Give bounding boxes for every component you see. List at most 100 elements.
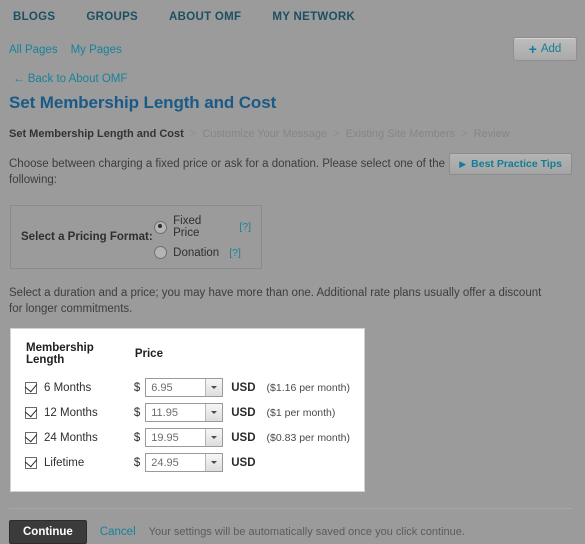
nav-item-blogs[interactable]: BLOGS xyxy=(13,11,55,23)
main-content: ← Back to About OMF Set Membership Lengt… xyxy=(0,73,585,492)
length-cell-12-months: 12 Months xyxy=(25,400,134,425)
top-navigation: BLOGS GROUPS ABOUT OMF MY NETWORK xyxy=(0,0,585,34)
membership-length-label: 6 Months xyxy=(44,381,92,394)
step-separator: > xyxy=(189,128,197,140)
price-cell-lifetime: $ USD xyxy=(134,450,350,475)
pricing-format-options: Fixed Price [?] Donation [?] xyxy=(154,215,251,259)
table-row: Lifetime $ USD xyxy=(25,450,350,475)
price-stepper-24-months[interactable] xyxy=(145,428,224,447)
checkbox-12-months-icon[interactable] xyxy=(25,406,37,419)
length-cell-6-months: 6 Months xyxy=(25,375,134,400)
radio-option-fixed-price[interactable]: Fixed Price [?] xyxy=(154,215,251,239)
radio-fixed-price-label: Fixed Price xyxy=(173,215,202,239)
checkbox-6-months-icon[interactable] xyxy=(25,381,37,394)
price-cell-24-months: $ USD ($0.83 per month) xyxy=(134,425,350,450)
membership-length-option-lifetime[interactable]: Lifetime xyxy=(25,456,134,469)
subnav-link-all-pages[interactable]: All Pages xyxy=(9,44,58,56)
membership-length-label: 12 Months xyxy=(44,406,98,419)
checkbox-24-months-icon[interactable] xyxy=(25,431,37,444)
add-button[interactable]: + Add xyxy=(513,37,577,61)
price-input-6-months[interactable] xyxy=(146,379,206,396)
membership-length-label: Lifetime xyxy=(44,456,85,469)
duration-note: Select a duration and a price; you may h… xyxy=(9,287,542,315)
back-to-about-omf-link[interactable]: ← Back to About OMF xyxy=(13,73,572,85)
step-customize-your-message: Customize Your Message xyxy=(202,128,328,140)
membership-length-label: 24 Months xyxy=(44,431,98,444)
radio-donation-icon[interactable] xyxy=(154,246,168,259)
price-cell-inner: $ USD ($0.83 per month) xyxy=(134,428,350,447)
price-input-12-months[interactable] xyxy=(146,404,206,421)
price-cell-6-months: $ USD ($1.16 per month) xyxy=(134,375,350,400)
footer-actions: Continue Cancel Your settings will be au… xyxy=(0,509,585,544)
chevron-down-icon[interactable] xyxy=(205,454,223,471)
column-header-membership-length: Membership Length xyxy=(26,342,94,366)
currency-code-lifetime: USD xyxy=(231,456,256,469)
chevron-down-icon[interactable] xyxy=(205,404,223,421)
length-cell-lifetime: Lifetime xyxy=(25,450,134,475)
price-stepper-lifetime[interactable] xyxy=(145,453,224,472)
price-cell-inner: $ USD ($1 per month) xyxy=(134,403,350,422)
currency-code-6-months: USD xyxy=(231,381,256,394)
currency-symbol: $ xyxy=(133,406,141,419)
table-row: 24 Months $ USD ($0.83 per month) xyxy=(25,425,350,450)
continue-button[interactable]: Continue xyxy=(9,520,87,544)
step-existing-site-members: Existing Site Members xyxy=(345,128,456,140)
footer-note: Your settings will be automatically save… xyxy=(148,526,465,538)
best-practice-tips-label: Best Practice Tips xyxy=(471,158,562,170)
subnav-link-my-pages[interactable]: My Pages xyxy=(71,44,122,56)
price-cell-12-months: $ USD ($1 per month) xyxy=(134,400,350,425)
radio-option-donation[interactable]: Donation [?] xyxy=(154,246,251,259)
price-cell-inner: $ USD ($1.16 per month) xyxy=(134,378,350,397)
table-row: 12 Months $ USD ($1 per month) xyxy=(25,400,350,425)
currency-code-24-months: USD xyxy=(231,431,256,444)
help-link-fixed-price[interactable]: [?] xyxy=(239,221,251,233)
price-input-lifetime[interactable] xyxy=(146,454,206,471)
intro-row: Choose between charging a fixed price or… xyxy=(9,153,572,188)
breadcrumb-steps: Set Membership Length and Cost > Customi… xyxy=(9,128,572,140)
currency-symbol: $ xyxy=(133,431,141,444)
nav-item-about-omf[interactable]: ABOUT OMF xyxy=(169,11,241,23)
pricing-format-box: Select a Pricing Format: Fixed Price [?]… xyxy=(10,205,262,269)
price-table-body: 6 Months $ USD ($1.16 per month) xyxy=(25,375,350,475)
best-practice-tips-button[interactable]: ▶ Best Practice Tips xyxy=(449,153,572,175)
membership-length-option-12-months[interactable]: 12 Months xyxy=(25,406,134,419)
step-separator: > xyxy=(333,128,340,140)
table-row: 6 Months $ USD ($1.16 per month) xyxy=(25,375,350,400)
step-separator: > xyxy=(461,128,468,140)
chevron-down-icon[interactable] xyxy=(205,429,223,446)
step-current: Set Membership Length and Cost xyxy=(9,128,184,140)
step-review: Review xyxy=(473,128,510,140)
add-button-label: Add xyxy=(540,43,562,55)
length-cell-24-months: 24 Months xyxy=(25,425,134,450)
membership-length-option-6-months[interactable]: 6 Months xyxy=(25,381,134,394)
nav-item-groups[interactable]: GROUPS xyxy=(86,11,138,23)
price-stepper-12-months[interactable] xyxy=(145,403,224,422)
checkbox-lifetime-icon[interactable] xyxy=(25,456,37,469)
help-link-donation[interactable]: [?] xyxy=(229,247,241,259)
cancel-link[interactable]: Cancel xyxy=(100,526,136,538)
play-triangle-icon: ▶ xyxy=(459,158,467,169)
price-table: Membership Length Price 6 Months $ 6.95 … xyxy=(25,341,350,475)
currency-code-12-months: USD xyxy=(231,406,256,419)
price-table-header-row: Membership Length Price xyxy=(25,341,350,375)
chevron-down-icon[interactable] xyxy=(205,379,223,396)
radio-fixed-price-icon[interactable] xyxy=(154,220,168,234)
price-input-24-months[interactable] xyxy=(146,429,206,446)
intro-text: Choose between charging a fixed price or… xyxy=(9,158,445,186)
membership-length-option-24-months[interactable]: 24 Months xyxy=(25,431,134,444)
per-month-note-6-months: ($1.16 per month) xyxy=(266,381,350,394)
nav-item-my-network[interactable]: MY NETWORK xyxy=(272,11,355,23)
page-title: Set Membership Length and Cost xyxy=(9,93,277,112)
currency-symbol: $ xyxy=(133,456,141,469)
per-month-note-12-months: ($1 per month) xyxy=(266,406,336,419)
price-table-head: Membership Length Price xyxy=(25,341,350,375)
plus-icon: + xyxy=(528,41,537,57)
price-table-panel: Membership Length Price 6 Months $ 6.95 … xyxy=(10,328,365,492)
sub-navigation: All Pages My Pages + Add xyxy=(0,34,585,65)
column-header-price: Price xyxy=(134,348,163,360)
per-month-note-24-months: ($0.83 per month) xyxy=(266,431,350,444)
pricing-format-label: Select a Pricing Format: xyxy=(21,231,153,243)
price-stepper-6-months[interactable] xyxy=(145,378,224,397)
currency-symbol: $ xyxy=(133,381,141,394)
radio-donation-label: Donation xyxy=(173,246,220,259)
